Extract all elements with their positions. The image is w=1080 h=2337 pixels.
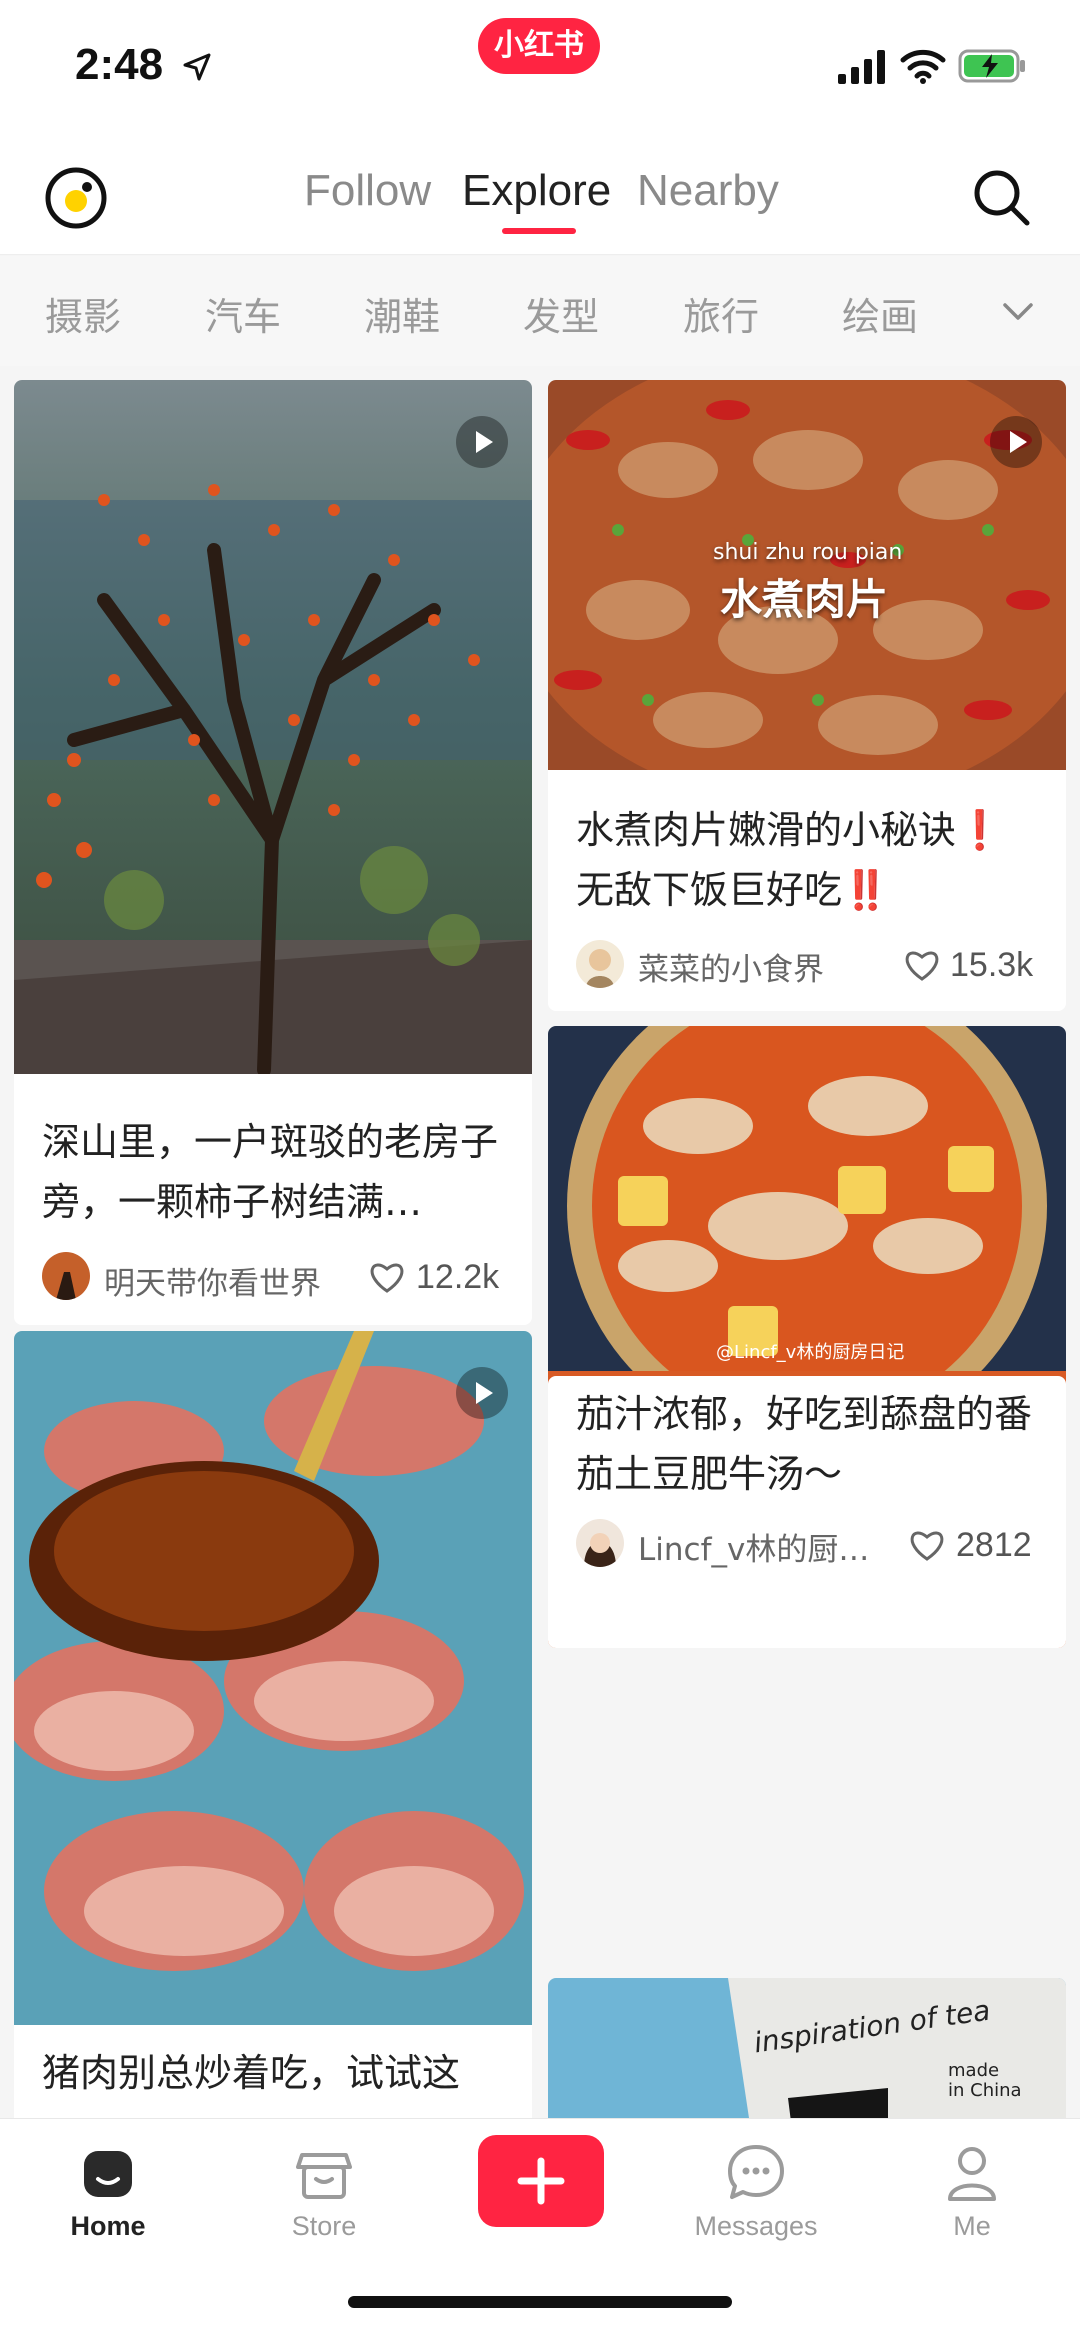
feed-card[interactable]: 猪肉别总炒着吃，试试这 — [14, 1331, 532, 2118]
category-item[interactable]: 旅行 — [683, 286, 759, 341]
chevron-down-icon[interactable] — [1000, 296, 1036, 326]
video-play-icon — [456, 1367, 508, 1419]
image-watermark: @Lincf_v林的厨房日记 — [716, 1342, 905, 1363]
post-image[interactable] — [14, 380, 532, 1074]
image-overlay-pinyin: shui zhu rou pian — [713, 540, 903, 565]
image-overlay-text: in China — [948, 2080, 1022, 2101]
nav-messages-label: Messages — [694, 2211, 818, 2241]
home-icon — [84, 2151, 132, 2197]
post-title: 水煮肉片嫩滑的小秘诀❗无敌下饭巨好吃‼️ — [576, 808, 1004, 912]
category-item[interactable]: 发型 — [523, 286, 599, 341]
persimmon-tree-image — [14, 380, 532, 1074]
like-count: 15.3k — [950, 946, 1034, 984]
author-name[interactable]: 菜菜的小食界 — [638, 944, 824, 989]
nav-me[interactable]: Me — [902, 2119, 1042, 2242]
author-name[interactable]: Lincf_v林的厨… — [638, 1524, 869, 1569]
category-item[interactable]: 摄影 — [45, 286, 121, 341]
wifi-icon — [900, 49, 946, 84]
explore-feed: 深山里，一户斑驳的老房子旁，一颗柿子树结满… 明天带你看世界 12.2k shu… — [0, 366, 1080, 2118]
me-icon — [948, 2147, 996, 2201]
post-title: 茄汁浓郁，好吃到舔盘的番茄土豆肥牛汤～ — [576, 1392, 1033, 1496]
app-badge: 小红书 — [478, 18, 600, 74]
status-time: 2:48 — [75, 40, 164, 89]
video-play-icon — [990, 416, 1042, 468]
search-icon[interactable] — [970, 166, 1032, 228]
food-image — [14, 1331, 532, 2025]
author-name[interactable]: 明天带你看世界 — [104, 1258, 321, 1303]
post-button[interactable] — [478, 2135, 604, 2227]
tab-follow[interactable]: Follow — [304, 166, 431, 216]
post-image[interactable]: shui zhu rou pian 水煮肉片 — [548, 380, 1066, 770]
menu-circle-icon[interactable] — [43, 165, 109, 231]
post-title: 深山里，一户斑驳的老房子旁，一颗柿子树结满… — [42, 1120, 499, 1224]
heart-icon[interactable] — [908, 1528, 946, 1562]
nav-me-label: Me — [953, 2211, 991, 2241]
location-arrow-icon — [183, 53, 211, 81]
image-overlay-title: 水煮肉片 — [720, 575, 889, 624]
feed-card[interactable]: shui zhu rou pian 水煮肉片 水煮肉片嫩滑的小秘诀❗无敌下饭巨好… — [548, 380, 1066, 1011]
post-image[interactable] — [14, 1331, 532, 2025]
battery-charging-icon — [958, 49, 1025, 83]
nav-store[interactable]: Store — [254, 2119, 394, 2242]
feed-card[interactable]: inspiration of tea made in China — [548, 1978, 1066, 2118]
cellular-signal-icon — [838, 50, 885, 84]
active-tab-indicator — [502, 228, 576, 234]
tab-explore[interactable]: Explore — [462, 166, 611, 216]
messages-icon — [728, 2145, 784, 2199]
nav-messages[interactable]: Messages — [686, 2119, 826, 2242]
nav-store-label: Store — [291, 2211, 357, 2241]
status-bar: 2:48 小红书 — [0, 0, 1080, 140]
video-play-icon — [456, 416, 508, 468]
post-title: 猪肉别总炒着吃，试试这 — [42, 2051, 461, 2095]
nav-home[interactable]: Home — [38, 2119, 178, 2242]
author-avatar[interactable] — [42, 1252, 90, 1300]
plus-icon — [517, 2157, 565, 2205]
top-nav: Follow Explore Nearby — [0, 140, 1080, 255]
category-bar: 摄影 汽车 潮鞋 发型 旅行 绘画 — [0, 256, 1080, 366]
heart-icon[interactable] — [368, 1260, 406, 1294]
category-item[interactable]: 汽车 — [205, 286, 281, 341]
like-count: 2812 — [956, 1526, 1032, 1564]
author-avatar[interactable] — [576, 940, 624, 988]
post-image[interactable]: inspiration of tea made in China — [548, 1978, 1066, 2118]
home-indicator[interactable] — [348, 2296, 732, 2308]
category-item[interactable]: 绘画 — [842, 286, 918, 341]
image-overlay-text: made — [948, 2060, 1000, 2081]
store-icon — [296, 2153, 352, 2199]
heart-icon[interactable] — [903, 948, 941, 982]
category-item[interactable]: 潮鞋 — [364, 286, 440, 341]
feed-card[interactable]: 深山里，一户斑驳的老房子旁，一颗柿子树结满… 明天带你看世界 12.2k — [14, 380, 532, 1325]
author-avatar[interactable] — [576, 1519, 624, 1567]
feed-card-footer[interactable]: 茄汁浓郁，好吃到舔盘的番茄土豆肥牛汤～ Lincf_v林的厨… 2812 — [548, 1376, 1066, 1648]
tab-nearby[interactable]: Nearby — [637, 166, 779, 216]
nav-home-label: Home — [70, 2211, 146, 2241]
like-count: 12.2k — [416, 1258, 500, 1296]
